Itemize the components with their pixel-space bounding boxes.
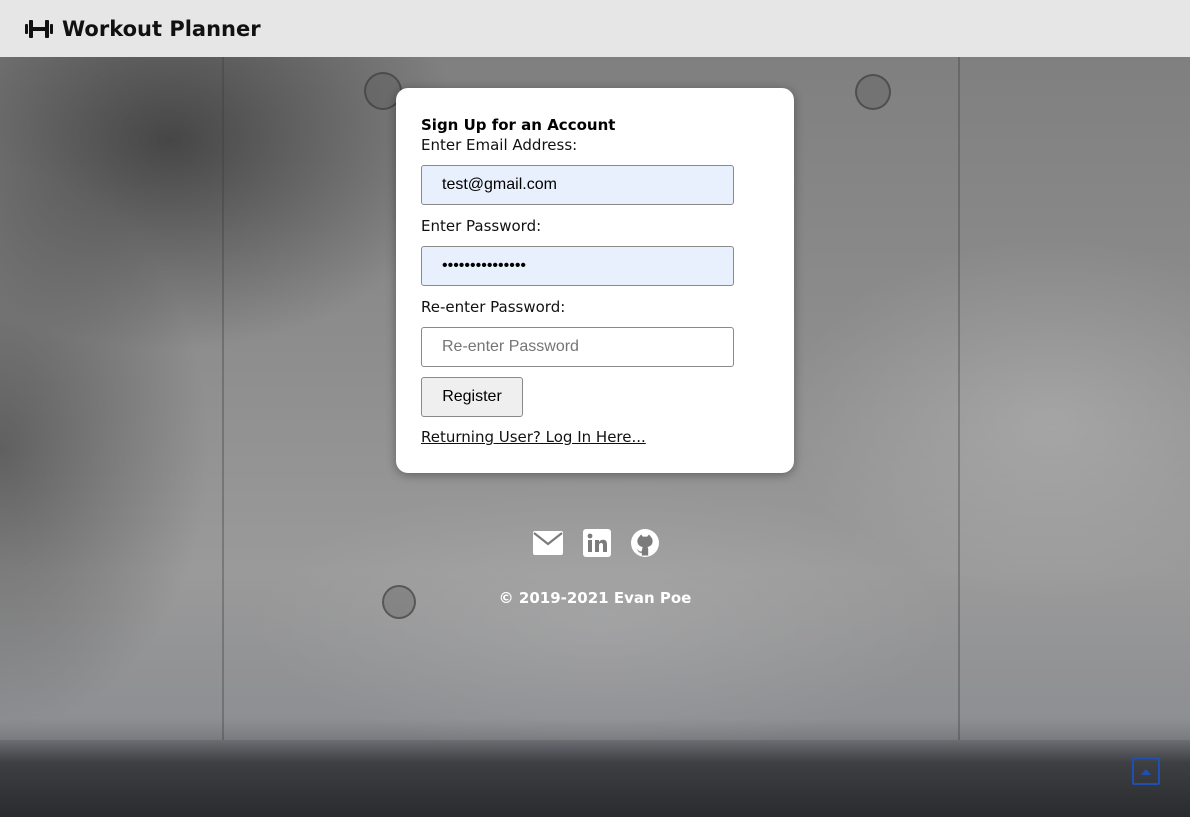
signup-card: Sign Up for an Account Enter Email Addre… bbox=[396, 88, 794, 473]
scroll-to-top-button[interactable] bbox=[1132, 757, 1160, 785]
password-label: Enter Password: bbox=[421, 217, 542, 235]
social-links bbox=[532, 528, 660, 562]
register-button[interactable]: Register bbox=[421, 377, 523, 417]
password-input[interactable] bbox=[421, 246, 734, 286]
reenter-password-input[interactable] bbox=[421, 327, 734, 367]
app-title: Workout Planner bbox=[62, 16, 261, 41]
arrow-up-icon bbox=[1139, 762, 1153, 781]
envelope-icon[interactable] bbox=[532, 530, 564, 560]
login-link[interactable]: Returning User? Log In Here... bbox=[421, 428, 646, 446]
email-label: Enter Email Address: bbox=[421, 136, 578, 154]
wall-seam bbox=[222, 57, 224, 742]
brand[interactable]: Workout Planner bbox=[24, 17, 261, 41]
floor bbox=[0, 740, 1190, 817]
signup-title: Sign Up for an Account bbox=[421, 116, 616, 134]
copyright: © 2019-2021 Evan Poe bbox=[498, 589, 692, 607]
github-icon[interactable] bbox=[630, 528, 660, 562]
email-input[interactable] bbox=[421, 165, 734, 205]
wall-seam bbox=[958, 57, 960, 742]
linkedin-icon[interactable] bbox=[583, 529, 611, 561]
wall-hole bbox=[855, 74, 891, 110]
top-navbar: Workout Planner bbox=[0, 0, 1190, 57]
dumbbell-icon bbox=[24, 18, 54, 40]
reenter-password-label: Re-enter Password: bbox=[421, 298, 566, 316]
